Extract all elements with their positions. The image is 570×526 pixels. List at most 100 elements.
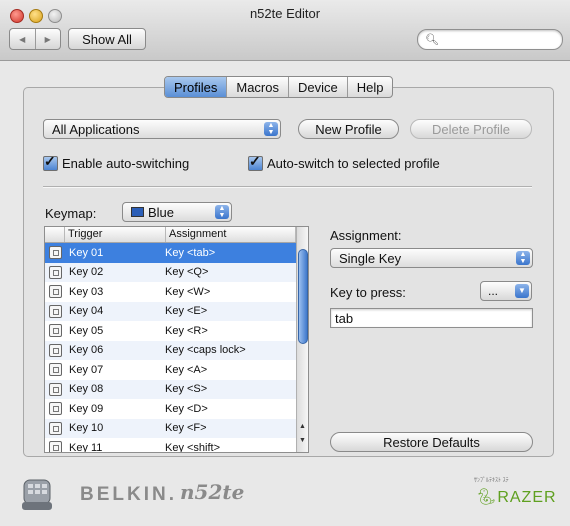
key-icon-cell	[45, 363, 65, 377]
key-icon-cell	[45, 382, 65, 396]
table-row[interactable]: Key 10 Key <F>	[45, 418, 296, 438]
key-icon-cell	[45, 343, 65, 357]
key-icon	[48, 343, 62, 357]
table-scrollbar[interactable]: ▲ ▼	[296, 227, 308, 452]
chevron-down-icon: ▼	[515, 284, 529, 298]
enable-auto-switching-checkbox[interactable]: Enable auto-switching	[43, 153, 190, 171]
key-icon	[48, 363, 62, 377]
razer-tagline: ｻﾝﾌﾟﾙﾃｷｽﾄ ｽﾃ	[474, 478, 509, 484]
belkin-logo: BELKIN.	[80, 484, 177, 505]
assignment-label: Assignment:	[330, 228, 402, 243]
divider	[43, 186, 532, 188]
trigger-cell: Key 06	[69, 344, 104, 357]
tab-help[interactable]: Help	[348, 77, 393, 97]
table-row[interactable]: Key 02 Key <Q>	[45, 262, 296, 282]
table-header-trigger[interactable]: Trigger	[65, 227, 166, 242]
auto-switch-selected-checkbox[interactable]: Auto-switch to selected profile	[248, 153, 440, 171]
key-picker-button[interactable]: ... ▼	[480, 281, 532, 301]
trigger-cell: Key 01	[69, 246, 104, 259]
table-row[interactable]: Key 07 Key <A>	[45, 360, 296, 380]
assignment-cell: Key <shift>	[165, 441, 221, 453]
assignment-cell: Key <caps lock>	[165, 344, 246, 357]
razer-snake-icon: 🐍︎	[476, 489, 498, 506]
key-icon-cell	[45, 441, 65, 452]
key-icon	[48, 265, 62, 279]
trigger-cell: Key 02	[69, 266, 104, 279]
table-header: Trigger Assignment	[45, 227, 296, 243]
key-icon	[48, 246, 62, 260]
trigger-cell: Key 09	[69, 402, 104, 415]
key-icon	[48, 402, 62, 416]
trigger-cell: Key 03	[69, 285, 104, 298]
search-icon: 🔍︎	[425, 34, 439, 46]
n52te-logo: n52te	[180, 480, 245, 504]
assignment-cell: Key <S>	[165, 383, 208, 396]
assignment-cell: Key <F>	[165, 422, 207, 435]
delete-profile-button[interactable]: Delete Profile	[410, 119, 532, 139]
key-icon-cell	[45, 265, 65, 279]
popup-arrows-icon: ▲ ▼	[516, 251, 530, 265]
scroll-down-icon[interactable]: ▼	[298, 437, 307, 444]
new-profile-button[interactable]: New Profile	[298, 119, 399, 139]
key-icon	[48, 441, 62, 452]
restore-defaults-button[interactable]: Restore Defaults	[330, 432, 533, 452]
back-arrow-icon[interactable]: ◀	[10, 29, 36, 49]
key-icon-cell	[45, 246, 65, 260]
trigger-cell: Key 05	[69, 324, 104, 337]
table-header-icon-column	[45, 227, 65, 242]
assignment-cell: Key <A>	[165, 363, 208, 376]
popup-arrows-icon: ▲ ▼	[215, 205, 229, 219]
assignment-cell: Key <tab>	[165, 246, 216, 259]
enable-auto-switching-label: Enable auto-switching	[62, 156, 190, 171]
trigger-cell: Key 07	[69, 363, 104, 376]
tab-bar: Profiles Macros Device Help	[164, 76, 394, 98]
table-rows: Key 01 Key <tab> Key 02 Key <Q> Key 03 Key <W…	[45, 243, 296, 453]
table-header-assignment[interactable]: Assignment	[166, 227, 296, 242]
key-value-field[interactable]: tab	[330, 308, 533, 328]
tab-profiles[interactable]: Profiles	[165, 77, 228, 97]
scrollbar-thumb[interactable]	[298, 249, 308, 344]
assignment-select-value: Single Key	[339, 250, 402, 266]
keymap-select-value: Blue	[148, 204, 175, 220]
keymap-table: Trigger Assignment Key 01 Key <tab> Key 02…	[44, 226, 309, 453]
key-icon	[48, 382, 62, 396]
title-bar: n52te Editor ◀ ▶ Show All 🔍︎	[0, 0, 570, 61]
table-row[interactable]: Key 09 Key <D>	[45, 399, 296, 419]
window-title: n52te Editor	[249, 6, 321, 21]
application-select[interactable]: All Applications ▲ ▼	[43, 119, 281, 139]
key-icon-cell	[45, 304, 65, 318]
forward-arrow-icon[interactable]: ▶	[36, 29, 61, 49]
keymap-select[interactable]: Blue ▲ ▼	[122, 202, 232, 222]
table-row[interactable]: Key 04 Key <E>	[45, 301, 296, 321]
assignment-cell: Key <D>	[165, 402, 208, 415]
show-all-button[interactable]: Show All	[68, 28, 146, 50]
key-icon	[48, 324, 62, 338]
search-field[interactable]: 🔍︎	[417, 29, 563, 50]
keypad-logo-icon	[22, 479, 52, 510]
table-row[interactable]: Key 01 Key <tab>	[45, 243, 296, 263]
table-row[interactable]: Key 06 Key <caps lock>	[45, 340, 296, 360]
scroll-up-icon[interactable]: ▲	[298, 423, 307, 430]
tab-device[interactable]: Device	[289, 77, 348, 97]
key-icon-cell	[45, 421, 65, 435]
key-to-press-label: Key to press:	[330, 285, 406, 300]
checkbox-checked-icon	[248, 153, 263, 171]
back-forward-buttons[interactable]: ◀ ▶	[9, 28, 61, 50]
key-icon-cell	[45, 324, 65, 338]
checkbox-checked-icon	[43, 153, 58, 171]
app-window: n52te Editor ◀ ▶ Show All 🔍︎ Profiles Ma…	[0, 0, 570, 526]
keymap-swatch	[131, 207, 144, 217]
keymap-label: Keymap:	[45, 206, 97, 221]
table-row[interactable]: Key 03 Key <W>	[45, 282, 296, 302]
key-icon-cell	[45, 285, 65, 299]
auto-switch-selected-label: Auto-switch to selected profile	[267, 156, 440, 171]
key-icon	[48, 285, 62, 299]
razer-logo: 🐍︎RAZER	[476, 487, 557, 507]
table-row[interactable]: Key 05 Key <R>	[45, 321, 296, 341]
key-icon	[48, 421, 62, 435]
table-row[interactable]: Key 08 Key <S>	[45, 379, 296, 399]
tab-macros[interactable]: Macros	[227, 77, 289, 97]
assignment-select[interactable]: Single Key ▲ ▼	[330, 248, 533, 268]
table-row[interactable]: Key 11 Key <shift>	[45, 438, 296, 453]
assignment-cell: Key <R>	[165, 324, 208, 337]
